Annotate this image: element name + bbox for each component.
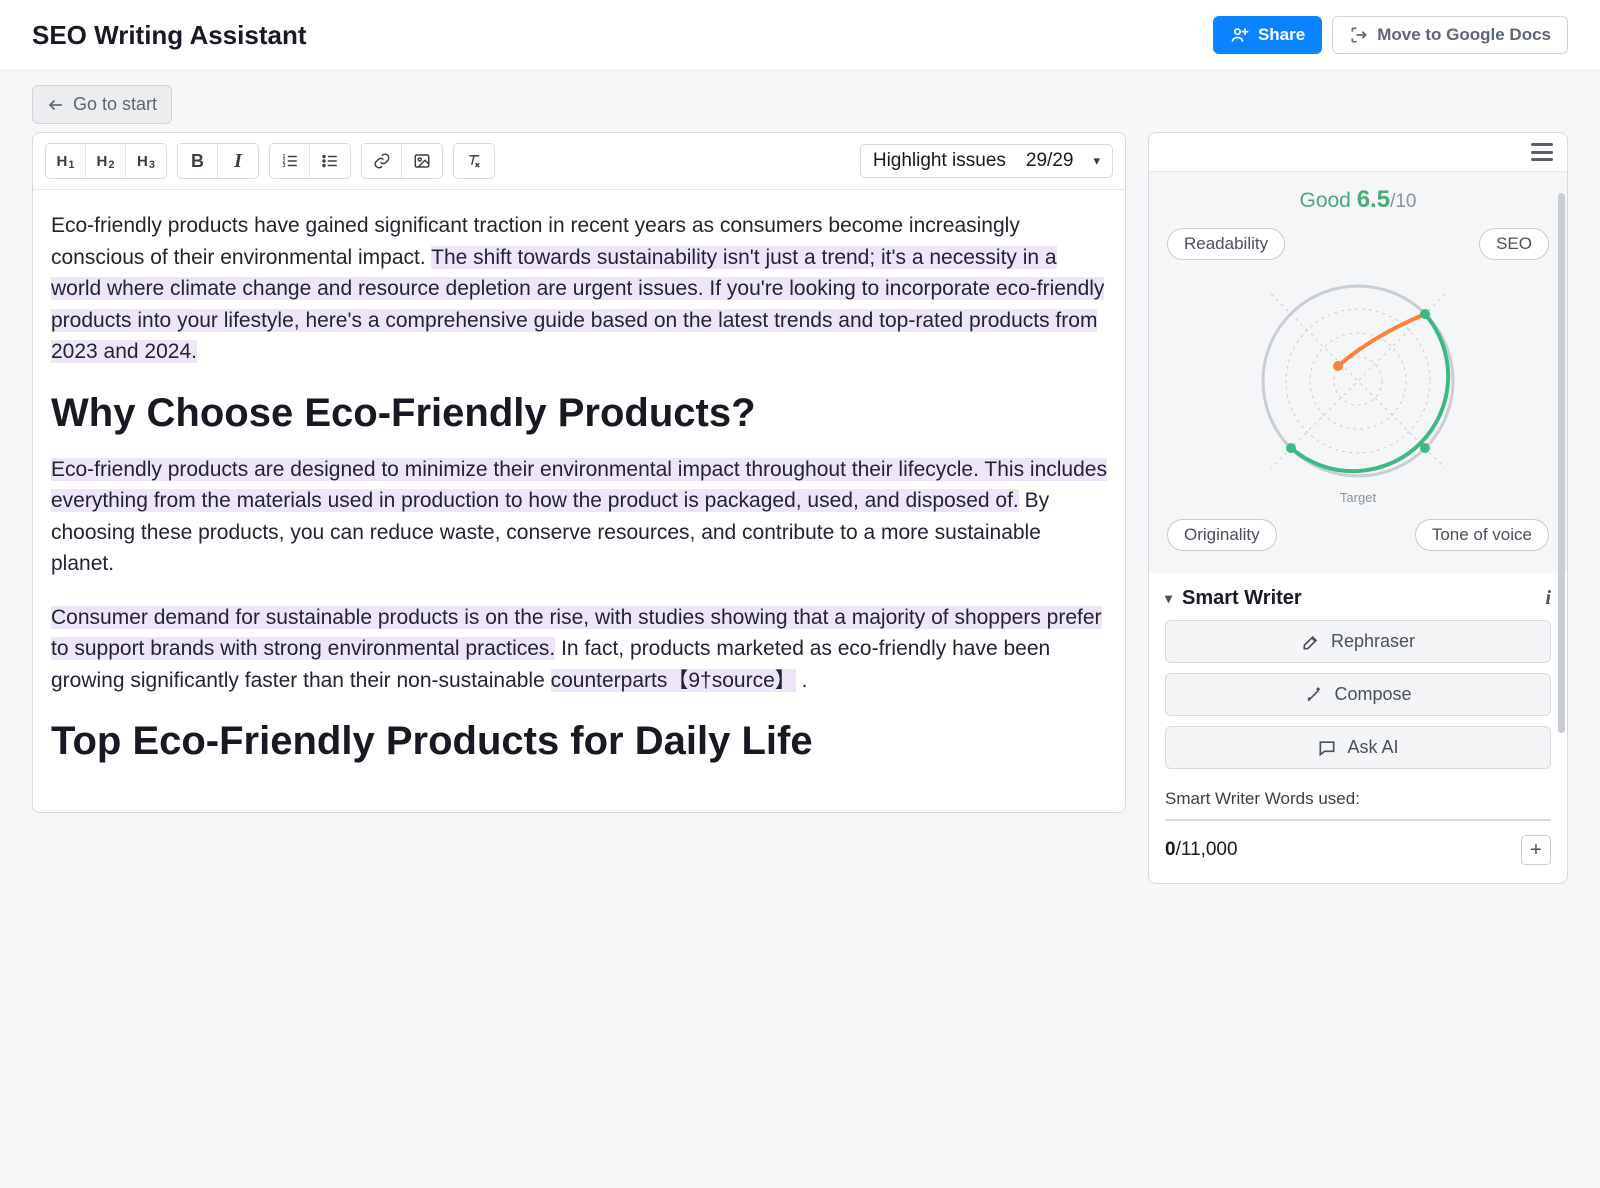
format-group: B I (177, 143, 259, 179)
move-to-gdocs-button[interactable]: Move to Google Docs (1332, 16, 1568, 54)
score-area: Good 6.5/10 Readability SEO (1149, 172, 1567, 573)
scrollbar[interactable] (1558, 193, 1565, 733)
issues-count: 29/29 (1026, 150, 1074, 172)
h1-button[interactable]: H1 (46, 144, 86, 178)
go-to-start-label: Go to start (73, 94, 157, 115)
side-panel-header (1149, 133, 1567, 172)
image-icon (413, 152, 431, 170)
radar-chart (1159, 264, 1557, 498)
list-group: 123 (269, 143, 351, 179)
highlighted-text: counterparts【9†source】 (551, 669, 796, 692)
export-icon (1349, 25, 1369, 45)
wand-icon (1304, 685, 1324, 705)
chat-icon (1317, 738, 1337, 758)
bold-button[interactable]: B (178, 144, 218, 178)
readability-pill[interactable]: Readability (1167, 228, 1285, 260)
info-icon[interactable]: i (1545, 587, 1551, 610)
clear-group (453, 143, 495, 179)
link-icon (373, 152, 391, 170)
highlight-issues-label: Highlight issues (873, 150, 1006, 172)
add-words-button[interactable]: + (1521, 835, 1551, 865)
go-to-start-button[interactable]: Go to start (32, 85, 172, 124)
main-area: H1 H2 H3 B I 123 (0, 132, 1600, 904)
heading: Why Choose Eco-Friendly Products? (51, 390, 1107, 436)
highlighted-text: Eco-friendly products are designed to mi… (51, 458, 979, 481)
share-icon (1230, 25, 1250, 45)
words-used-bar (1165, 819, 1551, 821)
smart-writer-header[interactable]: ▾ Smart Writer i (1165, 587, 1551, 610)
svg-text:3: 3 (282, 163, 285, 169)
tone-pill[interactable]: Tone of voice (1415, 519, 1549, 551)
h3-button[interactable]: H3 (126, 144, 166, 178)
header-actions: Share Move to Google Docs (1213, 16, 1568, 54)
highlight-issues-dropdown[interactable]: Highlight issues 29/29 ▾ (860, 144, 1113, 178)
header-bar: SEO Writing Assistant Share Move to Goog… (0, 0, 1600, 71)
score-max: /10 (1390, 191, 1416, 212)
words-used-value: 0/11,000 + (1165, 835, 1551, 865)
originality-pill[interactable]: Originality (1167, 519, 1277, 551)
link-button[interactable] (362, 144, 402, 178)
page-title: SEO Writing Assistant (32, 20, 307, 51)
chevron-down-icon: ▾ (1093, 153, 1100, 169)
move-label: Move to Google Docs (1377, 25, 1551, 45)
rephraser-button[interactable]: Rephraser (1165, 620, 1551, 663)
share-button[interactable]: Share (1213, 16, 1322, 54)
clear-format-button[interactable] (454, 144, 494, 178)
seo-pill[interactable]: SEO (1479, 228, 1549, 260)
paragraph: Eco-friendly products are designed to mi… (51, 454, 1107, 580)
heading-group: H1 H2 H3 (45, 143, 167, 179)
side-panel: Good 6.5/10 Readability SEO (1148, 132, 1568, 884)
unordered-list-button[interactable] (310, 144, 350, 178)
paragraph: Consumer demand for sustainable products… (51, 602, 1107, 697)
unordered-list-icon (321, 152, 339, 170)
compose-button[interactable]: Compose (1165, 673, 1551, 716)
pencil-icon (1301, 632, 1321, 652)
score-value: 6.5 (1357, 186, 1390, 213)
sub-actions: Go to start (0, 71, 1600, 132)
smart-writer-title: Smart Writer (1182, 587, 1302, 610)
words-used-label: Smart Writer Words used: (1165, 789, 1551, 809)
metric-pills-bottom: Originality Tone of voice (1159, 505, 1557, 555)
ordered-list-button[interactable]: 123 (270, 144, 310, 178)
menu-icon[interactable] (1531, 143, 1553, 161)
ask-ai-button[interactable]: Ask AI (1165, 726, 1551, 769)
editor-panel: H1 H2 H3 B I 123 (32, 132, 1126, 813)
score-label: Good (1299, 189, 1350, 212)
ordered-list-icon: 123 (281, 152, 299, 170)
paragraph: Eco-friendly products have gained signif… (51, 210, 1107, 368)
overall-score: Good 6.5/10 (1159, 186, 1557, 214)
editor-toolbar: H1 H2 H3 B I 123 (33, 133, 1125, 190)
target-label: Target (1159, 490, 1557, 505)
document-body[interactable]: Eco-friendly products have gained signif… (33, 190, 1125, 812)
smart-writer-section: ▾ Smart Writer i Rephraser Compose Ask A… (1149, 573, 1567, 883)
chevron-down-icon: ▾ (1165, 590, 1172, 607)
insert-group (361, 143, 443, 179)
h2-button[interactable]: H2 (86, 144, 126, 178)
italic-button[interactable]: I (218, 144, 258, 178)
clear-format-icon (465, 152, 483, 170)
image-button[interactable] (402, 144, 442, 178)
metric-pills-top: Readability SEO (1159, 214, 1557, 264)
share-label: Share (1258, 25, 1305, 45)
heading: Top Eco-Friendly Products for Daily Life (51, 718, 1107, 764)
arrow-left-icon (47, 96, 65, 114)
